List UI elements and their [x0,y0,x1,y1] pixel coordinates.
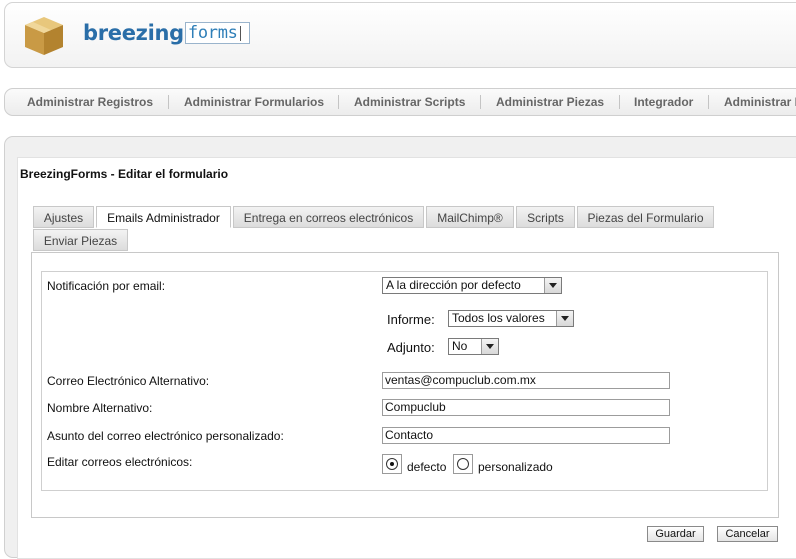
main-nav: Administrar Registros Administrar Formul… [4,88,796,116]
brand-name-bold: breezing [83,21,184,45]
app-header: breezing forms [4,2,796,68]
radio-circle [457,458,469,470]
adjunto-select-value: No [452,339,468,353]
subject-label: Asunto del correo electrónico personaliz… [47,429,284,443]
radio-defecto-label: defecto [407,460,447,474]
informe-select-value: Todos los valores [452,311,545,325]
alt-name-input[interactable]: Compuclub [382,399,670,416]
radio-dot [390,462,394,466]
informe-select[interactable]: Todos los valores [448,310,574,327]
chevron-down-icon [556,311,573,326]
subject-input[interactable]: Contacto [382,427,670,444]
nav-administrar-formularios[interactable]: Administrar Formularios [184,95,324,109]
alt-email-label: Correo Electrónico Alternativo: [47,374,210,388]
tab-mailchimp[interactable]: MailChimp® [426,206,514,228]
nav-separator [338,95,339,109]
nav-integrador[interactable]: Integrador [634,95,693,109]
text-cursor-icon [239,25,241,41]
notif-label: Notificación por email: [47,279,166,293]
alt-email-input[interactable]: ventas@compuclub.com.mx [382,372,670,389]
radio-personalizado-label: personalizado [478,460,553,474]
nav-separator [619,95,620,109]
radio-defecto[interactable] [382,454,402,474]
tab-entrega-correos[interactable]: Entrega en correos electrónicos [233,206,424,228]
radio-personalizado[interactable] [453,454,473,474]
page-title: BreezingForms - Editar el formulario [20,167,229,181]
tab-emails-administrador[interactable]: Emails Administrador [96,206,231,228]
save-button[interactable]: Guardar [647,526,704,542]
nav-separator [708,95,709,109]
tab-enviar-piezas[interactable]: Enviar Piezas [33,229,128,251]
nav-separator [168,95,169,109]
box-logo-icon [25,17,63,55]
nav-separator [480,95,481,109]
radio-circle [386,458,398,470]
adjunto-label: Adjunto: [387,340,435,355]
tab-piezas-formulario[interactable]: Piezas del Formulario [577,206,714,228]
brand-name-box: forms [184,22,250,44]
cancel-button[interactable]: Cancelar [717,526,778,542]
notif-select-value: A la dirección por defecto [386,278,521,292]
adjunto-select[interactable]: No [448,338,499,355]
nav-administrar-more[interactable]: Administrar P [724,95,796,109]
tab-ajustes[interactable]: Ajustes [33,206,94,228]
nav-administrar-scripts[interactable]: Administrar Scripts [354,95,465,109]
chevron-down-icon [544,278,561,293]
nav-administrar-registros[interactable]: Administrar Registros [27,95,153,109]
notif-select[interactable]: A la dirección por defecto [382,277,562,294]
brand-logo-text: breezing forms [83,21,250,46]
alt-name-label: Nombre Alternativo: [47,401,153,415]
nav-administrar-piezas[interactable]: Administrar Piezas [496,95,604,109]
edit-emails-label: Editar correos electrónicos: [47,455,193,469]
tab-scripts[interactable]: Scripts [516,206,575,228]
informe-label: Informe: [387,312,435,327]
chevron-down-icon [481,339,498,354]
